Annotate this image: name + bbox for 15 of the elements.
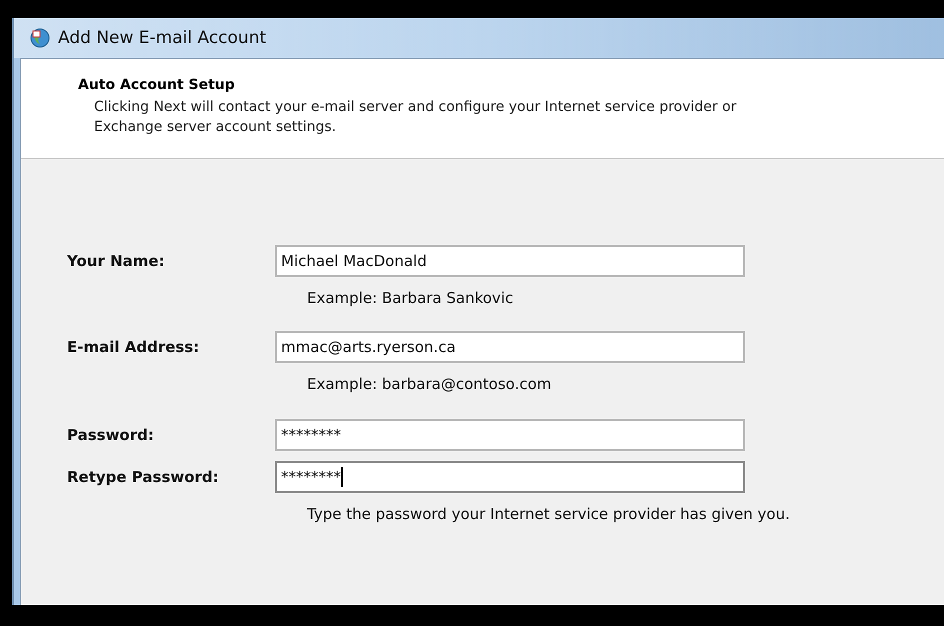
- globe-mail-icon: [30, 28, 50, 48]
- field-hint: Type the password your Internet service provider has given you.: [307, 505, 791, 523]
- section-title: Auto Account Setup: [78, 77, 236, 93]
- text-field[interactable]: ********: [275, 419, 745, 451]
- field-label: E-mail Address:: [67, 338, 200, 356]
- window-title: Add New E-mail Account: [58, 28, 266, 48]
- field-label: Password:: [67, 426, 155, 444]
- field-hint: Example: Barbara Sankovic: [307, 289, 514, 307]
- field-hint: Example: barbara@contoso.com: [307, 375, 552, 393]
- section-description: Clicking Next will contact your e-mail server and configure your Internet service provider or Exchange server account settings.: [94, 98, 738, 137]
- field-label: Your Name:: [67, 252, 166, 270]
- text-field[interactable]: ********: [275, 461, 745, 493]
- text-field[interactable]: mmac@arts.ryerson.ca: [275, 331, 745, 363]
- text-field[interactable]: Michael MacDonald: [275, 245, 745, 277]
- field-label: Retype Password:: [67, 468, 220, 486]
